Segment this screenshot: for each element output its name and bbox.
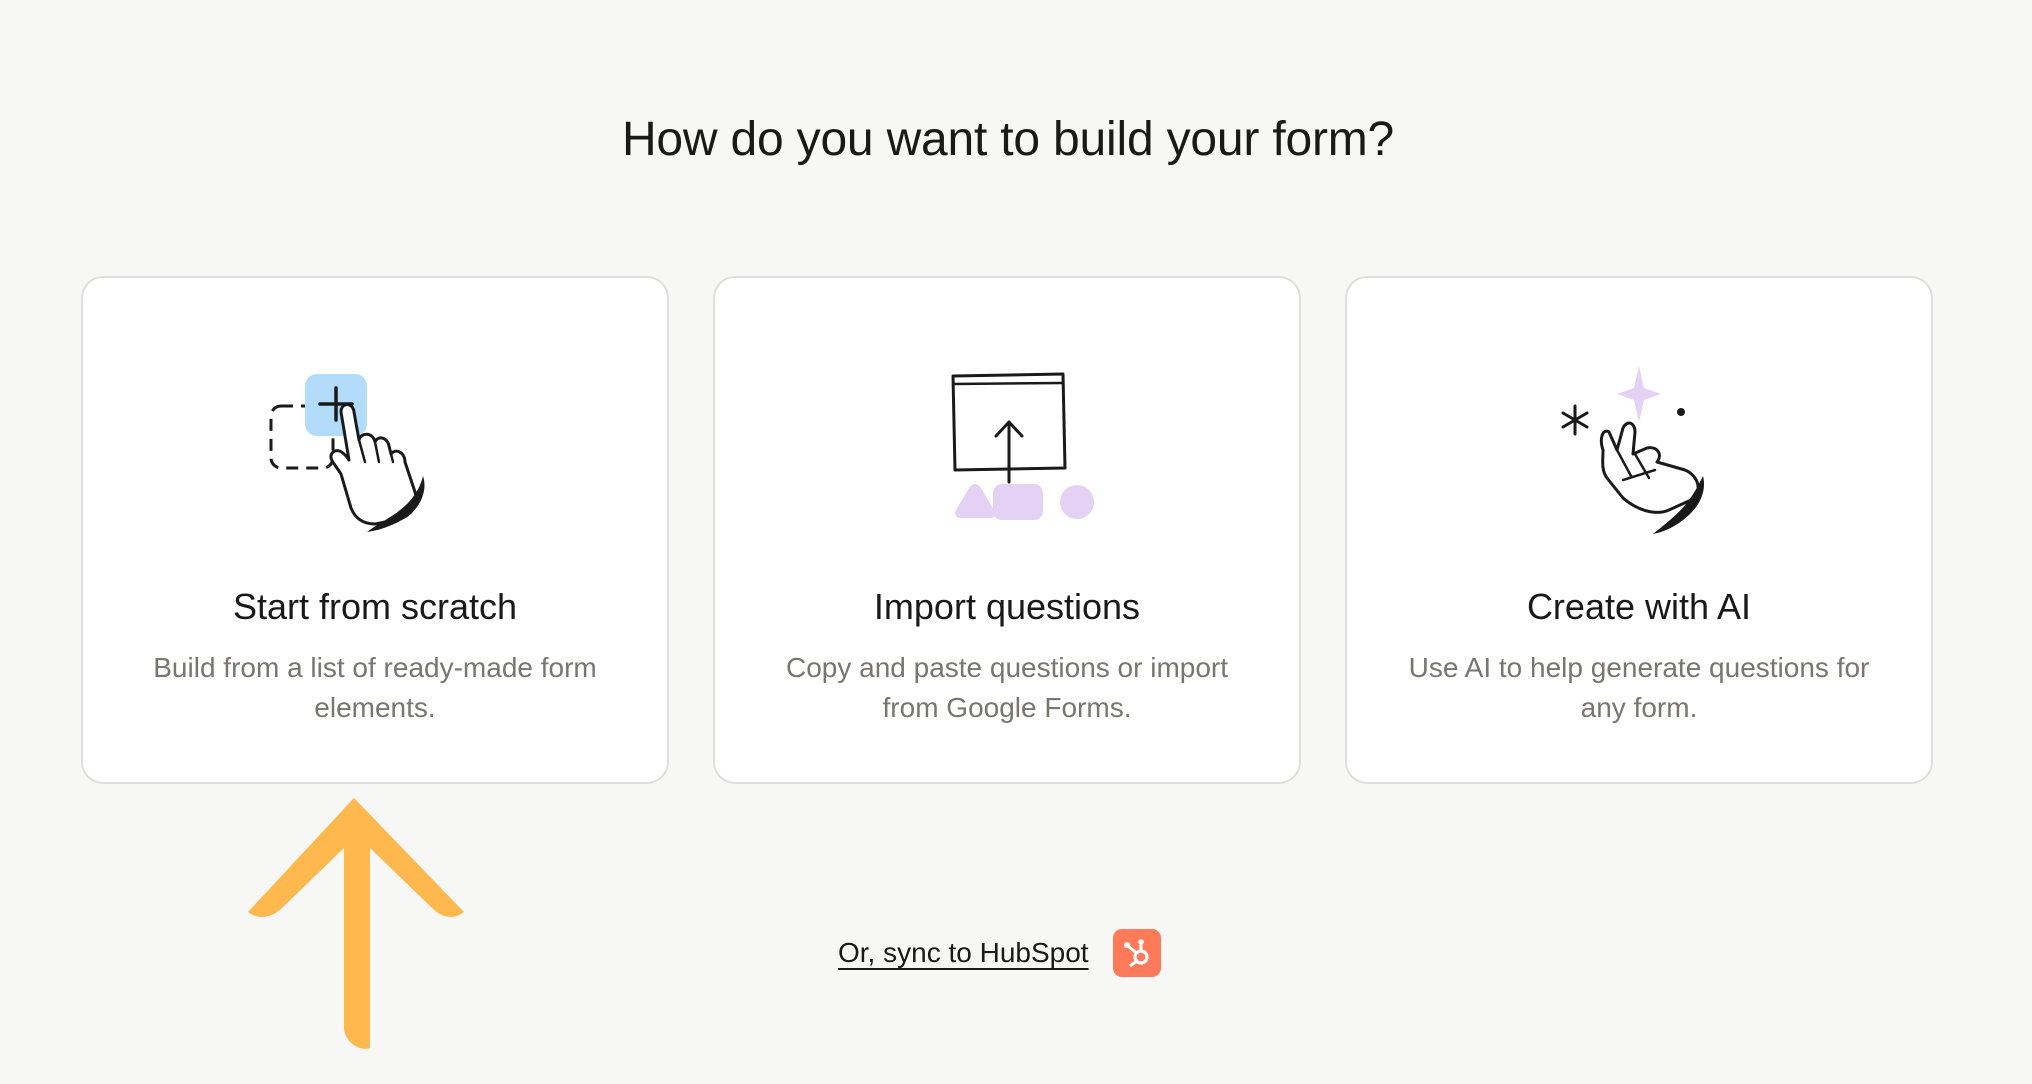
annotation-arrow-icon — [248, 798, 464, 1049]
card-title: Start from scratch — [232, 586, 518, 627]
hubspot-icon[interactable] — [1112, 929, 1161, 977]
card-title: Create with AI — [1526, 586, 1752, 627]
add-element-hand-icon — [269, 374, 425, 532]
card-description: Build from a list of ready-made form ele… — [153, 652, 597, 723]
card-title: Import questions — [873, 586, 1141, 627]
create-with-ai-card[interactable]: Create with AI Use AI to help generate q… — [1345, 276, 1933, 784]
ai-sparkle-hand-icon — [1561, 366, 1705, 534]
import-questions-card[interactable]: Import questions Copy and paste question… — [713, 276, 1301, 784]
import-upload-icon — [951, 372, 1094, 520]
start-from-scratch-card[interactable]: Start from scratch Build from a list of … — [81, 276, 669, 784]
page-title: How do you want to build your form? — [621, 113, 1395, 166]
card-description: Copy and paste questions or import from … — [785, 652, 1229, 723]
card-description: Use AI to help generate questions for an… — [1408, 652, 1870, 723]
sync-hubspot-link[interactable]: Or, sync to HubSpot — [838, 937, 1089, 969]
sync-hubspot-row: Or, sync to HubSpot — [838, 928, 1161, 978]
